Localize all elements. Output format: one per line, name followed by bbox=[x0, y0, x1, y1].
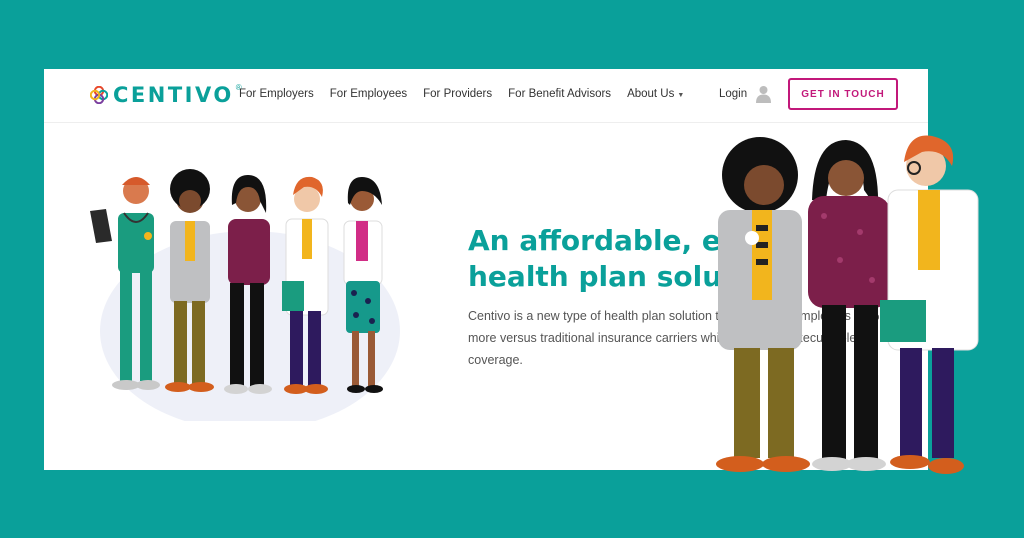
nav-about-us[interactable]: About Us ▼ bbox=[627, 88, 684, 100]
nav-for-providers[interactable]: For Providers bbox=[423, 88, 492, 100]
site-header: CENTIVO ® For Employers For Employees Fo… bbox=[44, 69, 928, 123]
nav-for-benefit-advisors[interactable]: For Benefit Advisors bbox=[508, 88, 611, 100]
figure-doctor-grey-coat-large bbox=[716, 137, 810, 472]
nav-for-employees[interactable]: For Employees bbox=[330, 88, 407, 100]
nav-for-employers[interactable]: For Employers bbox=[239, 88, 314, 100]
chevron-down-icon: ▼ bbox=[677, 92, 685, 99]
hero-illustration bbox=[90, 169, 400, 421]
get-in-touch-button[interactable]: GET IN TOUCH bbox=[788, 78, 898, 110]
figure-woman-sweater-large bbox=[808, 140, 890, 471]
main-nav: For Employers For Employees For Provider… bbox=[239, 88, 700, 100]
figure-nurse bbox=[90, 177, 160, 390]
figure-man-white-coat-large bbox=[880, 135, 979, 474]
centivo-logo[interactable]: CENTIVO ® bbox=[90, 83, 242, 107]
centivo-logo-icon bbox=[90, 86, 108, 104]
user-icon[interactable] bbox=[756, 85, 771, 103]
foreground-illustration bbox=[716, 135, 979, 474]
brand-name: CENTIVO bbox=[113, 83, 234, 107]
login-link[interactable]: Login bbox=[719, 88, 747, 100]
nav-about-us-label: About Us bbox=[627, 88, 675, 100]
